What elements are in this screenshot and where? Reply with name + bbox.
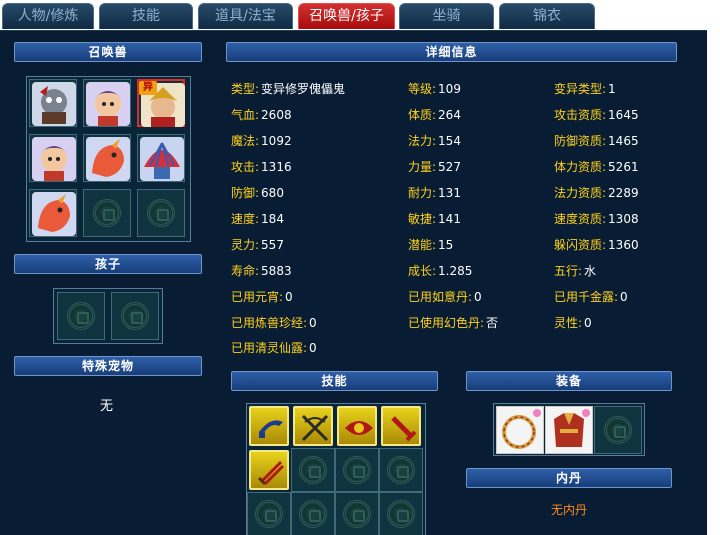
stat-spirit: 灵力: 557 [231,238,284,252]
skill-twin-swords-icon[interactable] [249,450,289,490]
summon-slot[interactable] [83,79,131,127]
empty-slot-emblem-icon [343,500,371,528]
special-pet-header: 特殊宠物 [14,356,202,376]
empty-slot-emblem-icon [255,500,283,528]
stat-strength: 力量: 527 [408,160,461,174]
equipment-slot[interactable] [496,406,544,454]
stat-mp: 魔法: 1092 [231,134,292,148]
summon-grid: 异 [26,76,191,242]
armor-icon [554,409,590,447]
fire-bird-avatar [32,192,76,236]
stat-type: 类型: 变异修罗傀儡鬼 [231,82,346,96]
neidan-header: 内丹 [466,468,672,488]
summon-slot[interactable] [137,134,185,182]
summon-slot[interactable] [29,134,77,182]
stat-hp: 气血: 2608 [231,108,292,122]
stat-element: 五行: 水 [554,264,597,278]
necklace-icon [502,409,541,449]
stat-dodge-aptitude: 躲闪资质: 1360 [554,238,639,252]
empty-summon-slot[interactable] [83,189,131,237]
equipment-header: 装备 [466,371,672,391]
stat-spirituality: 灵性: 0 [554,316,592,330]
child-grid [53,288,163,344]
empty-equipment-slot[interactable] [594,406,642,454]
tab-items[interactable]: 道具/法宝 [198,3,293,29]
summon-slot-selected[interactable]: 异 [137,79,185,127]
skill-crossed-bows-icon[interactable] [293,406,333,446]
equipment-slot[interactable] [545,406,593,454]
empty-child-slot[interactable] [57,292,105,340]
empty-slot-emblem-icon [299,456,327,484]
ghost-puppet-avatar [32,82,76,126]
stat-endurance: 耐力: 131 [408,186,461,200]
stat-defense-aptitude: 防御资质: 1465 [554,134,639,148]
stat-attack-aptitude: 攻击资质: 1645 [554,108,639,122]
stat-stamina-aptitude: 体力资质: 5261 [554,160,639,174]
child-header: 孩子 [14,254,202,274]
empty-skill-slot[interactable] [291,448,335,492]
detail-header: 详细信息 [226,42,677,62]
empty-slot-emblem-icon [387,456,415,484]
stat-used-ruyidan: 已用如意丹: 0 [408,290,482,304]
stat-constitution: 体质: 264 [408,108,461,122]
stat-potential: 潜能: 15 [408,238,454,252]
skills-header: 技能 [231,371,438,391]
stat-lifespan: 寿命: 5883 [231,264,292,278]
empty-slot-emblem-icon [387,500,415,528]
empty-slot-emblem-icon [343,456,371,484]
empty-skill-slot[interactable] [335,448,379,492]
stat-speed: 速度: 184 [231,212,284,226]
summon-slot[interactable] [83,134,131,182]
stat-defense: 防御: 680 [231,186,284,200]
tab-character[interactable]: 人物/修炼 [2,3,94,29]
tab-bar: 人物/修炼 技能 道具/法宝 召唤兽/孩子 坐骑 锦衣 [0,0,720,30]
tab-mount[interactable]: 坐骑 [399,3,494,29]
main-panel: 召唤兽 异 孩子 特殊宠物 无 详细信息 类型: 变异修罗傀儡鬼 等级: 109… [0,30,707,535]
empty-slot-emblem-icon [121,302,149,330]
stat-agility: 敏捷: 141 [408,212,461,226]
empty-slot-emblem-icon [93,199,121,227]
stat-level: 等级: 109 [408,82,461,96]
tab-summons[interactable]: 召唤兽/孩子 [298,3,395,29]
neidan-value: 无内丹 [551,503,588,517]
stat-speed-aptitude: 速度资质: 1308 [554,212,639,226]
stat-used-color-pill: 已使用幻色丹: 否 [408,316,499,330]
summon-slot[interactable] [29,79,77,127]
variant-badge: 异 [139,81,157,95]
kid-avatar [32,137,76,181]
stat-variant-type: 变异类型: 1 [554,82,616,96]
stat-magic: 法力: 154 [408,134,461,148]
empty-slot-emblem-icon [299,500,327,528]
skill-eye-icon[interactable] [337,406,377,446]
empty-slot-emblem-icon [147,199,175,227]
empty-skill-slot[interactable] [379,448,423,492]
summon-slot[interactable] [29,189,77,237]
skills-grid [246,403,426,535]
stat-attack: 攻击: 1316 [231,160,292,174]
skill-blade-icon[interactable] [249,406,289,446]
stat-used-qianjinlu: 已用千金露: 0 [554,290,628,304]
kid-avatar [86,82,130,126]
empty-slot-emblem-icon [67,302,95,330]
fire-bird-avatar [86,137,130,181]
tab-skills[interactable]: 技能 [99,3,193,29]
skill-sword-icon[interactable] [381,406,421,446]
stat-used-qingling-dew: 已用清灵仙露: 0 [231,341,317,355]
special-pet-value: 无 [100,399,114,414]
stat-growth: 成长: 1.285 [408,264,473,278]
empty-skill-slot[interactable] [247,492,291,535]
empty-skill-slot[interactable] [291,492,335,535]
fan-creature-avatar [140,137,184,181]
equipment-grid [493,403,645,456]
stat-used-beast-scripture: 已用炼兽珍经: 0 [231,316,317,330]
stat-used-yuanxiao: 已用元宵: 0 [231,290,293,304]
stat-magic-aptitude: 法力资质: 2289 [554,186,639,200]
empty-skill-slot[interactable] [379,492,423,535]
empty-slot-emblem-icon [604,416,632,444]
empty-child-slot[interactable] [111,292,159,340]
tab-costume[interactable]: 锦衣 [499,3,595,29]
empty-skill-slot[interactable] [335,492,379,535]
empty-summon-slot[interactable] [137,189,185,237]
summon-header: 召唤兽 [14,42,202,62]
